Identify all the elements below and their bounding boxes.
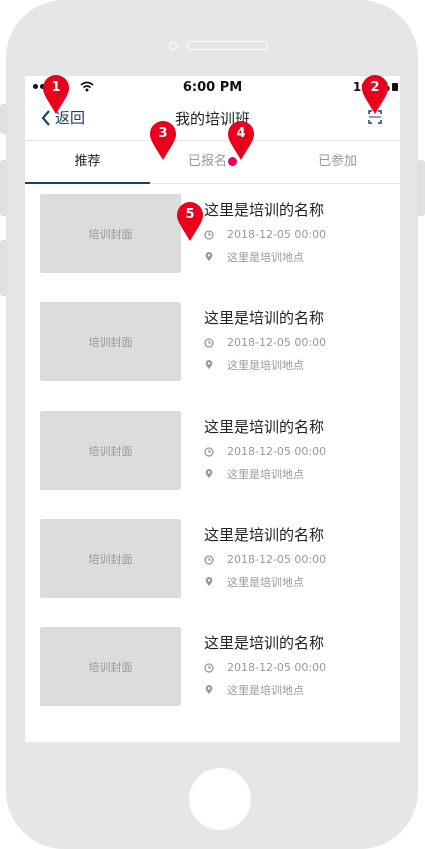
training-cover: 培训封面 [40, 411, 181, 490]
tab-label: 已参加 [317, 154, 357, 169]
clock-icon [204, 662, 214, 673]
training-location: 这里是培训地点 [227, 359, 304, 372]
training-name: 这里是培训的名称 [204, 201, 325, 219]
screen: 6:00 PM 100% 返回 我的培训班 推荐 已报名 已参加 培训封面 [25, 76, 400, 742]
tab-label: 推荐 [74, 154, 101, 169]
training-cover: 培训封面 [40, 194, 181, 273]
status-time: 6:00 PM [182, 80, 243, 95]
location-pin-icon [205, 685, 213, 695]
battery-icon [392, 83, 398, 91]
training-date: 2018-12-05 00:00 [227, 553, 327, 566]
training-location: 这里是培训地点 [227, 576, 304, 589]
location-pin-icon [205, 577, 213, 587]
tab-bar: 推荐 已报名 已参加 [25, 141, 400, 184]
location-pin-icon [205, 360, 213, 370]
training-location: 这里是培训地点 [227, 251, 304, 264]
clock-icon [204, 229, 214, 240]
annotation-marker: 1 [42, 75, 70, 115]
speaker [187, 41, 268, 50]
list-item[interactable]: 培训封面 这里是培训的名称 2018-12-05 00:00 这里是培训地点 [25, 194, 400, 274]
mute-switch [0, 104, 8, 134]
training-location: 这里是培训地点 [227, 684, 304, 697]
power-button [417, 160, 425, 216]
training-name: 这里是培训的名称 [204, 634, 325, 652]
training-date: 2018-12-05 00:00 [227, 445, 327, 458]
list-item[interactable]: 培训封面 这里是培训的名称 2018-12-05 00:00 这里是培训地点 [25, 411, 400, 491]
home-button[interactable] [189, 768, 251, 830]
training-date: 2018-12-05 00:00 [227, 228, 327, 241]
tab-recommended[interactable]: 推荐 [25, 141, 150, 184]
annotation-marker: 3 [149, 121, 177, 161]
volume-up-button [0, 160, 8, 216]
training-cover: 培训封面 [40, 627, 181, 706]
page-title: 我的培训班 [174, 110, 250, 128]
annotation-marker: 2 [361, 75, 389, 115]
training-cover: 培训封面 [40, 302, 181, 381]
training-name: 这里是培训的名称 [204, 309, 325, 327]
training-date: 2018-12-05 00:00 [227, 336, 327, 349]
training-name: 这里是培训的名称 [204, 418, 325, 436]
location-pin-icon [205, 469, 213, 479]
volume-down-button [0, 240, 8, 296]
training-date: 2018-12-05 00:00 [227, 661, 327, 674]
annotation-marker: 4 [227, 121, 255, 161]
list-item[interactable]: 培训封面 这里是培训的名称 2018-12-05 00:00 这里是培训地点 [25, 627, 400, 707]
list-item[interactable]: 培训封面 这里是培训的名称 2018-12-05 00:00 这里是培训地点 [25, 302, 400, 382]
location-pin-icon [205, 252, 213, 262]
clock-icon [204, 554, 214, 565]
tab-attended[interactable]: 已参加 [275, 141, 400, 183]
clock-icon [204, 337, 214, 348]
list-item[interactable]: 培训封面 这里是培训的名称 2018-12-05 00:00 这里是培训地点 [25, 519, 400, 599]
training-cover: 培训封面 [40, 519, 181, 598]
clock-icon [204, 446, 214, 457]
camera [169, 42, 177, 50]
training-location: 这里是培训地点 [227, 468, 304, 481]
status-bar: 6:00 PM 100% [25, 76, 400, 98]
training-name: 这里是培训的名称 [204, 526, 325, 544]
nav-bar: 返回 我的培训班 [25, 98, 400, 141]
annotation-marker: 5 [176, 202, 204, 242]
tab-label: 已报名 [187, 154, 227, 169]
